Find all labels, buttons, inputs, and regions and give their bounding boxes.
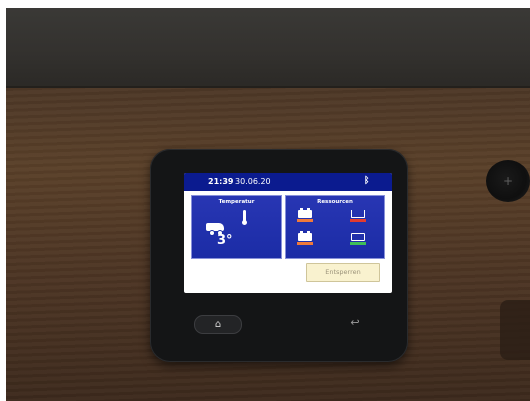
back-button[interactable]: ↩ [344,313,366,333]
bluetooth-icon: ᛒ [364,176,370,186]
control-panel-device: 21:39 30.06.20 ᛒ Temperatur 3° Ressource… [150,149,408,362]
home-button[interactable]: ⌂ [194,315,242,334]
waste-water-tank-icon [350,210,366,222]
side-fixture [500,300,530,360]
resources-title: Ressourcen [317,199,353,205]
temperature-title: Temperatur [218,199,255,205]
photo-scene: + 21:39 30.06.20 ᛒ Temperatur 3° Ressour… [0,0,530,401]
thermometer-icon [242,210,247,225]
grey-water-tank-icon [350,233,366,245]
status-bar: 21:39 30.06.20 ᛒ [184,173,392,191]
wall-knob: + [486,160,530,202]
wall-background [6,8,530,92]
battery-2-icon [297,231,313,245]
battery-1-icon [297,208,313,222]
temperature-value: 3° [217,233,233,248]
touch-screen: 21:39 30.06.20 ᛒ Temperatur 3° Ressource… [184,173,392,293]
clock-time: 21:39 [208,177,234,186]
home-icon: ⌂ [214,319,222,330]
back-arrow-icon: ↩ [350,316,360,329]
clock-date: 30.06.20 [235,177,271,186]
resources-tile[interactable]: Ressourcen [285,195,385,259]
unlock-button[interactable]: Entsperren [306,263,380,282]
temperature-tile[interactable]: Temperatur 3° [191,195,282,259]
